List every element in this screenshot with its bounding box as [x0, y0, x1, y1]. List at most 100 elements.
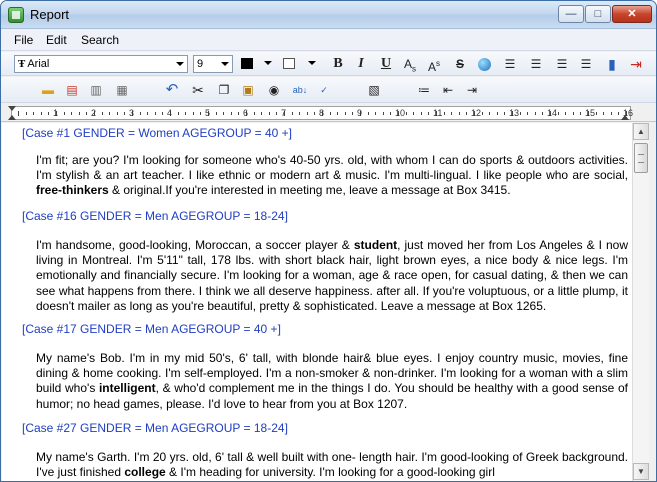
replace-icon[interactable]: ab↓ [291, 81, 309, 99]
ruler-tick [367, 112, 369, 115]
ruler-tick [458, 112, 460, 115]
ruler-tick [86, 112, 88, 115]
ruler-number: 11 [433, 108, 443, 118]
ruler-tick [519, 112, 521, 115]
font-size-combo[interactable]: 9 [193, 55, 233, 73]
scroll-down-button[interactable]: ▼ [633, 463, 649, 480]
color-swatch-icon [241, 58, 253, 69]
font-name-value: Arial [27, 58, 50, 70]
spellcheck-icon[interactable]: ✓ [315, 81, 333, 99]
vertical-scrollbar[interactable]: ▲ ▼ [632, 123, 649, 481]
color-swatch-icon [283, 58, 295, 69]
properties-icon[interactable]: ▧ [365, 81, 383, 99]
text-color-button[interactable] [237, 55, 275, 73]
ruler-tick [595, 112, 597, 115]
ruler-number: 5 [205, 108, 211, 118]
print-icon[interactable]: ▥ [87, 81, 105, 99]
case-header: [Case #27 GENDER = Men AGEGROUP = 18-24] [22, 421, 288, 435]
format-toolbar: Ŧ Arial 9 B I U As As S ☰ ☰ ☰ ☰ ▮ ⇥ [1, 52, 656, 76]
ruler-number: 7 [281, 108, 287, 118]
open-folder-icon[interactable]: ▬ [39, 81, 57, 99]
exit-door-icon[interactable]: ⇥ [627, 55, 645, 73]
case-text: My name's Garth. I'm 20 yrs. old, 6' tal… [36, 450, 628, 480]
menu-search[interactable]: Search [81, 33, 119, 47]
undo-icon[interactable]: ↶ [163, 81, 181, 99]
ruler-number: 4 [167, 108, 173, 118]
ruler-number: 3 [129, 108, 135, 118]
truetype-icon: Ŧ [18, 58, 26, 70]
ruler-strip: 1 2 3 4 5 6 7 8 9 10 11 12 13 14 15 16 [11, 106, 633, 120]
minimize-button[interactable]: — [558, 5, 584, 23]
document-area[interactable]: [Case #1 GENDER = Women AGEGROUP = 40 +]… [2, 123, 632, 481]
align-center-icon[interactable]: ☰ [527, 55, 545, 73]
book-icon[interactable]: ▮ [603, 55, 621, 73]
pdf-export-icon[interactable]: ▤ [63, 81, 81, 99]
close-button[interactable]: ✕ [612, 5, 652, 23]
ruler-tick [192, 112, 194, 115]
paste-icon[interactable]: ▣ [239, 81, 257, 99]
align-right-icon[interactable]: ☰ [553, 55, 571, 73]
ruler-number: 12 [471, 108, 482, 118]
ruler-number: 2 [91, 108, 97, 118]
ruler-tick [162, 112, 164, 115]
ruler-number: 10 [395, 108, 406, 118]
ruler-number: 1 [53, 108, 59, 118]
case-header: [Case #16 GENDER = Men AGEGROUP = 18-24] [22, 209, 288, 223]
ruler-tick [116, 112, 118, 115]
bullet-list-icon[interactable]: ≔ [415, 81, 433, 99]
ruler-number: 13 [509, 108, 520, 118]
right-indent-marker[interactable] [621, 115, 629, 120]
subscript-button[interactable]: As [401, 55, 419, 73]
decrease-indent-icon[interactable]: ⇤ [439, 81, 457, 99]
ruler-tick [618, 112, 620, 115]
ruler-tick [572, 112, 574, 115]
ruler-tick [610, 112, 612, 115]
first-indent-marker[interactable] [8, 106, 16, 111]
ruler-tick [466, 112, 468, 115]
superscript-button[interactable]: As [425, 55, 443, 74]
strikethrough-button[interactable]: S [451, 55, 469, 73]
underline-button[interactable]: U [377, 55, 395, 73]
case-text-part: I'm fit; are you? I'm looking for someon… [36, 153, 628, 183]
ruler-number: 15 [585, 108, 596, 118]
ruler-tick [603, 112, 605, 115]
background-color-button[interactable] [279, 55, 319, 73]
cut-icon[interactable]: ✂ [189, 81, 207, 99]
ruler-tick [375, 112, 377, 115]
increase-indent-icon[interactable]: ⇥ [463, 81, 481, 99]
case-text-part: & I'm heading for university. I'm lookin… [165, 465, 495, 480]
ruler-tick [420, 112, 422, 115]
find-icon[interactable]: ◉ [265, 81, 283, 99]
globe-link-icon[interactable] [475, 55, 493, 73]
ruler[interactable]: 1 2 3 4 5 6 7 8 9 10 11 12 13 14 15 16 [1, 104, 656, 122]
case-text-bold: free-thinkers [36, 183, 109, 198]
ruler-tick [78, 112, 80, 115]
ruler-tick [413, 112, 415, 115]
ruler-number: 14 [547, 108, 558, 118]
ruler-tick [139, 112, 141, 115]
bold-button[interactable]: B [329, 55, 347, 73]
italic-button[interactable]: I [352, 55, 370, 73]
left-indent-marker[interactable] [8, 115, 16, 120]
scroll-thumb[interactable] [634, 143, 648, 173]
font-name-combo[interactable]: Ŧ Arial [14, 55, 188, 73]
ruler-tick [329, 112, 331, 115]
ruler-tick [109, 112, 111, 115]
copy-icon[interactable]: ❐ [215, 81, 233, 99]
ruler-tick [261, 112, 263, 115]
ruler-tick [177, 112, 179, 115]
justify-icon[interactable]: ☰ [577, 55, 595, 73]
ruler-number: 6 [243, 108, 249, 118]
scroll-up-button[interactable]: ▲ [633, 123, 649, 140]
ruler-tick [443, 112, 445, 115]
align-left-icon[interactable]: ☰ [501, 55, 519, 73]
ruler-tick [147, 112, 149, 115]
title-bar[interactable]: Report — □ ✕ [1, 1, 656, 29]
ruler-tick [48, 112, 50, 115]
menu-edit[interactable]: Edit [46, 33, 67, 47]
print-preview-icon[interactable]: ▦ [113, 81, 131, 99]
maximize-button[interactable]: □ [585, 5, 611, 23]
ruler-tick [215, 112, 217, 115]
case-text-part: I'm handsome, good-looking, Moroccan, a … [36, 238, 354, 252]
menu-file[interactable]: File [14, 33, 33, 47]
